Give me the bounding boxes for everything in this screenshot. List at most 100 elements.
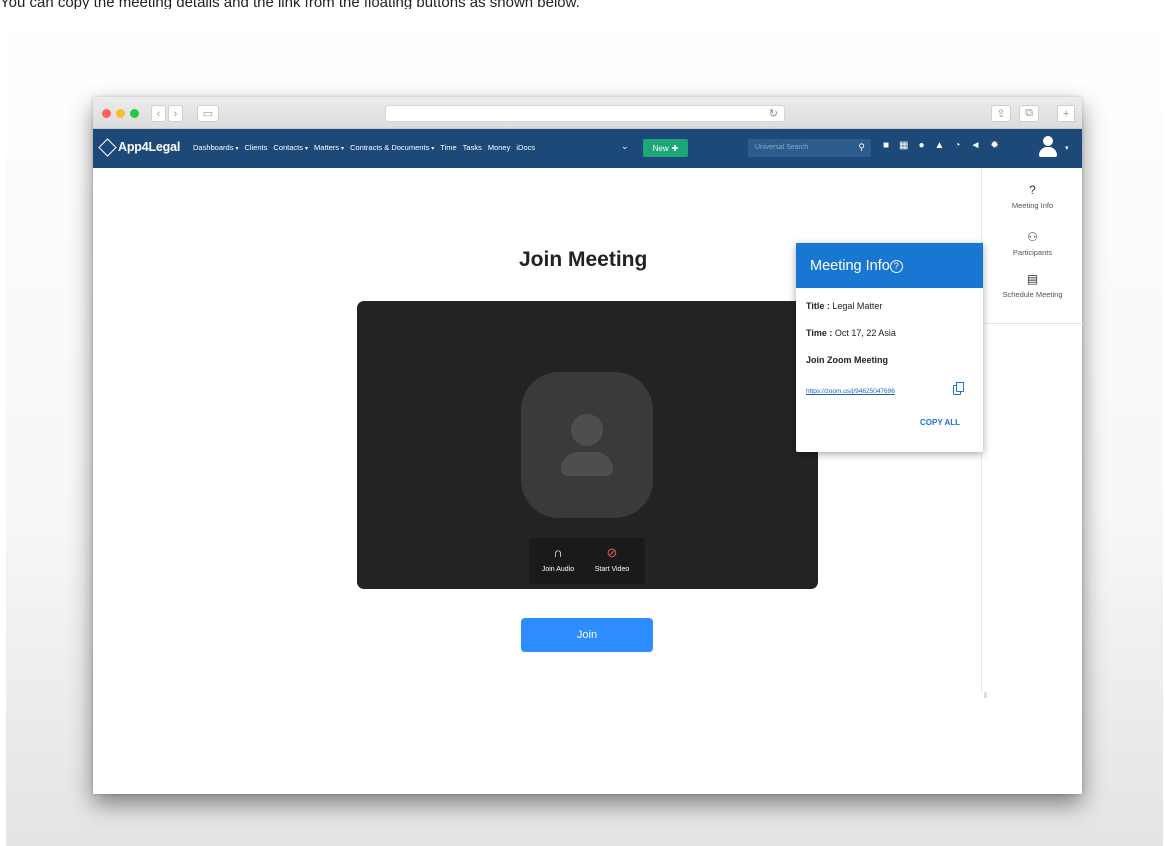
sidebar-item-label: Meeting Info [1011, 201, 1054, 210]
video-camera-icon[interactable]: ■ [883, 140, 889, 151]
nav-item-tasks[interactable]: Tasks [463, 143, 482, 152]
nav-item-idocs[interactable]: iDocs [516, 143, 535, 152]
user-menu-chevron-icon[interactable]: ▾ [1065, 144, 1069, 152]
nav-item-time[interactable]: Time [440, 143, 456, 152]
new-button[interactable]: New ✚ [643, 139, 688, 157]
nav-item-label: Matters [314, 143, 340, 152]
share-icon: ⇪ [996, 108, 1006, 120]
nav-item-label: iDocs [516, 143, 536, 152]
maximize-window-button[interactable] [130, 109, 139, 118]
sidebar-item-label: Schedule Meeting [1002, 290, 1063, 299]
address-bar[interactable]: ↻ [385, 105, 785, 122]
sidebar-toggle-button[interactable]: ▭ [197, 105, 219, 122]
sidebar-item-schedule-meeting[interactable]: ▤ Schedule Meeting [982, 272, 1083, 299]
nav-item-label: Money [487, 143, 511, 152]
time-value: Oct 17, 22 Asia [834, 328, 896, 338]
calendar-icon: ▤ [1026, 272, 1039, 286]
gear-icon[interactable]: ✹ [990, 140, 998, 151]
nav-item-contacts[interactable]: Contacts ▾ [273, 143, 308, 152]
sidebar-item-label: Participants [1012, 248, 1053, 257]
time-label: Time : [806, 328, 833, 338]
page-title: Join Meeting [519, 248, 648, 271]
search-placeholder: Universal Search [755, 144, 809, 151]
tabs-icon: ⧉ [1025, 107, 1033, 119]
more-menu-icon[interactable]: ⌄ [621, 141, 629, 152]
main-menu: Dashboards ▾ Clients Contacts ▾ Matters ▾ Contr… [193, 143, 535, 152]
bell-icon[interactable]: ▲ [935, 140, 945, 151]
browser-titlebar: ‹ › ▭ ↻ ⇪ ⧉ + [93, 97, 1082, 129]
megaphone-icon[interactable]: ◄ [971, 140, 981, 151]
tabs-button[interactable]: ⧉ [1019, 105, 1039, 122]
app-navbar: App4Legal Dashboards ▾ Clients Contacts ▾ Mat… [93, 129, 1082, 168]
screenshot-backdrop: ‹ › ▭ ↻ ⇪ ⧉ + App4Legal Dashboards ▾ Clien… [6, 9, 1163, 846]
video-preview: ∩ Join Audio ⊘ Start Video [357, 301, 818, 589]
nav-item-label: Contacts [273, 143, 304, 152]
sidebar-icon: ▭ [202, 108, 214, 120]
forward-button[interactable]: › [168, 105, 183, 122]
close-window-button[interactable] [102, 109, 111, 118]
share-button[interactable]: ⇪ [991, 105, 1011, 122]
start-video-button[interactable]: ⊘ Start Video [587, 544, 637, 573]
chevron-right-icon: › [173, 107, 178, 120]
meeting-sidebar: ? Meeting Info ⚇ Participants ▤ Schedule… [981, 168, 1083, 692]
copy-all-button[interactable]: COPY ALL [920, 418, 960, 427]
join-audio-label: Join Audio [541, 566, 575, 573]
sidebar-item-participants[interactable]: ⚇ Participants [982, 230, 1083, 257]
copy-icon[interactable] [953, 382, 965, 396]
chevron-down-icon: ▾ [341, 146, 345, 152]
join-button[interactable]: Join [521, 618, 653, 652]
main-content: Join Meeting ∩ Join Audio ⊘ Start Video … [93, 168, 1083, 794]
meeting-time-row: Time : Oct 17, 22 Asia [806, 328, 896, 355]
chevron-down-icon: ▾ [431, 146, 435, 152]
nav-item-label: Tasks [462, 143, 482, 152]
app-logo[interactable]: App4Legal [98, 137, 181, 157]
universal-search-input[interactable]: Universal Search ⚲ [748, 139, 871, 157]
meeting-title-row: Title : Legal Matter [806, 301, 896, 328]
people-icon: ⚇ [1027, 230, 1038, 244]
join-audio-button[interactable]: ∩ Join Audio [533, 544, 583, 573]
chevron-left-icon: ‹ [156, 107, 161, 120]
help-circle-icon: ? [1029, 183, 1036, 197]
minimize-window-button[interactable] [116, 109, 125, 118]
user-avatar-icon[interactable] [1038, 136, 1058, 160]
video-off-icon: ⊘ [606, 545, 618, 560]
join-zoom-heading: Join Zoom Meeting [806, 355, 888, 365]
brand-name: App4Legal [118, 140, 181, 154]
new-tab-button[interactable]: + [1057, 105, 1075, 122]
scroll-indicator [984, 692, 987, 698]
nav-item-label: Contracts & Documents [350, 143, 430, 152]
participant-avatar-icon [521, 372, 653, 518]
nav-item-label: Time [440, 143, 457, 152]
nav-item-label: Dashboards [193, 143, 234, 152]
nav-item-clients[interactable]: Clients [244, 143, 267, 152]
sidebar-item-meeting-info[interactable]: ? Meeting Info [982, 183, 1083, 210]
nav-item-money[interactable]: Money [488, 143, 511, 152]
nav-item-matters[interactable]: Matters ▾ [314, 143, 344, 152]
chevron-down-icon: ▾ [305, 146, 309, 152]
nav-item-contracts-documents[interactable]: Contracts & Documents ▾ [350, 143, 434, 152]
plus-icon: + [1062, 107, 1070, 120]
new-button-label: New [652, 143, 669, 153]
chat-icon[interactable]: ● [919, 140, 925, 151]
popup-header: Meeting Info? [796, 243, 983, 288]
headphones-icon: ∩ [553, 545, 563, 560]
meeting-info-popup: Meeting Info? Title : Legal Matter Time … [796, 243, 983, 452]
help-circle-icon[interactable]: ? [889, 260, 903, 273]
start-video-label: Start Video [594, 566, 630, 573]
reload-icon[interactable]: ↻ [769, 107, 778, 120]
app-logo-icon [98, 137, 117, 157]
title-value: Legal Matter [832, 301, 883, 311]
search-icon[interactable]: ⚲ [858, 142, 865, 153]
popup-body: Title : Legal Matter Time : Oct 17, 22 A… [806, 301, 896, 382]
clock-icon[interactable]: ◔ [954, 140, 960, 151]
browser-window: ‹ › ▭ ↻ ⇪ ⧉ + App4Legal Dashboards ▾ Clien… [93, 97, 1083, 794]
title-label: Title : [806, 301, 830, 311]
plus-icon: ✚ [671, 143, 679, 153]
meeting-link[interactable]: https://zoom.us/j/94625047696 [806, 388, 895, 395]
nav-item-dashboards[interactable]: Dashboards ▾ [193, 143, 238, 152]
nav-item-label: Clients [244, 143, 268, 152]
calendar-icon[interactable]: ▦ [899, 140, 908, 151]
sidebar-divider [982, 323, 1083, 324]
chevron-down-icon: ▾ [235, 146, 239, 152]
back-button[interactable]: ‹ [151, 105, 166, 122]
